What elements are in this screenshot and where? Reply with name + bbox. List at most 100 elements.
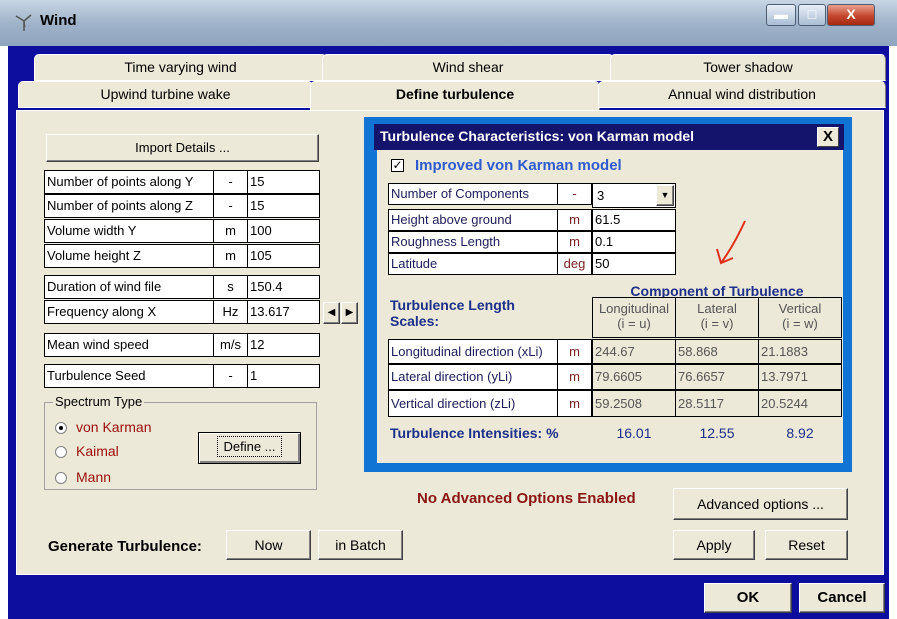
param-unit: m/s	[213, 333, 248, 357]
radio-mann[interactable]	[55, 472, 67, 484]
advanced-options-button[interactable]: Advanced options ...	[673, 488, 848, 520]
decrease-arrow-button[interactable]: ◀	[323, 302, 340, 324]
table-cell: 58.868	[675, 339, 759, 364]
table-cell: 20.5244	[758, 390, 842, 417]
generate-turbulence-label: Generate Turbulence:	[48, 538, 202, 555]
generate-batch-button[interactable]: in Batch	[318, 530, 403, 560]
reset-label: Reset	[788, 537, 825, 553]
right-arrow-icon: ▶	[345, 307, 354, 318]
tab-annual-wind-distribution[interactable]: Annual wind distribution	[598, 81, 886, 108]
tab-wind-shear[interactable]: Wind shear	[322, 54, 614, 81]
setting-label: Height above ground	[388, 209, 558, 231]
tab-upwind-turbine-wake[interactable]: Upwind turbine wake	[18, 81, 313, 108]
param-label: Mean wind speed	[44, 333, 214, 357]
advanced-options-label: Advanced options ...	[697, 496, 824, 512]
improved-checkbox[interactable]: ✓	[391, 159, 404, 172]
column-name: Vertical	[778, 301, 822, 316]
param-unit: m	[213, 219, 248, 243]
tab-tower-shadow[interactable]: Tower shadow	[610, 54, 886, 81]
length-scales-label: Turbulence Length Scales:	[390, 297, 515, 329]
apply-label: Apply	[696, 537, 732, 553]
param-label: Volume height Z	[44, 244, 214, 268]
wind-turbine-icon	[15, 14, 32, 31]
table-cell: 244.67	[592, 339, 676, 364]
setting-unit: m	[557, 209, 592, 231]
roughness-length-input[interactable]: 0.1	[592, 231, 676, 253]
turbulence-seed-input[interactable]: 1	[247, 364, 320, 388]
components-select[interactable]: 3 ▼	[592, 183, 676, 208]
left-arrow-icon: ◀	[327, 307, 336, 318]
param-unit: -	[213, 170, 248, 194]
tab-label: Tower shadow	[703, 59, 793, 75]
row-unit: m	[557, 390, 592, 417]
volume-width-input[interactable]: 100	[247, 219, 320, 243]
apply-button[interactable]: Apply	[673, 530, 755, 560]
close-button[interactable]: X	[827, 4, 875, 26]
improved-label: Improved von Karman model	[415, 157, 622, 174]
import-details-button[interactable]: Import Details ...	[46, 134, 319, 162]
dialog-close-button[interactable]: X	[817, 127, 839, 147]
turbulence-dialog-title: Turbulence Characteristics: von Karman m…	[380, 128, 695, 144]
minimize-button[interactable]: ▬	[766, 4, 796, 26]
table-cell: 76.6657	[675, 364, 759, 390]
tab-time-varying-wind[interactable]: Time varying wind	[34, 54, 327, 81]
column-sub: (i = u)	[617, 316, 651, 331]
column-header-longitudinal: Longitudinal (i = u)	[592, 297, 676, 338]
spectrum-type-legend: Spectrum Type	[53, 394, 145, 409]
param-label: Number of points along Z	[44, 194, 214, 218]
reset-button[interactable]: Reset	[765, 530, 848, 560]
column-sub: (i = w)	[782, 316, 818, 331]
tab-label: Define turbulence	[395, 86, 515, 102]
points-y-input[interactable]: 15	[247, 170, 320, 194]
row-unit: m	[557, 364, 592, 390]
frequency-x-input[interactable]: 13.617	[247, 300, 320, 324]
radio-label: Mann	[76, 469, 112, 485]
intensity-v: 12.55	[699, 425, 735, 441]
ok-button[interactable]: OK	[704, 583, 792, 613]
increase-arrow-button[interactable]: ▶	[341, 302, 358, 324]
setting-label: Latitude	[388, 253, 558, 275]
table-cell: 21.1883	[758, 339, 842, 364]
param-label: Frequency along X	[44, 300, 214, 324]
mean-wind-speed-input[interactable]: 12	[247, 333, 320, 357]
define-spectrum-button[interactable]: Define ...	[198, 432, 301, 464]
components-value: 3	[597, 188, 605, 203]
title-bar[interactable]: Wind ▬ □ X	[0, 0, 897, 46]
checkmark-icon: ✓	[392, 158, 403, 172]
chevron-down-icon[interactable]: ▼	[656, 185, 674, 206]
column-sub: (i = v)	[700, 316, 734, 331]
define-label: Define ...	[217, 436, 282, 457]
table-cell: 13.7971	[758, 364, 842, 390]
param-unit: Hz	[213, 300, 248, 324]
turbulence-dialog-titlebar[interactable]: Turbulence Characteristics: von Karman m…	[374, 124, 844, 150]
radio-kaimal[interactable]	[55, 446, 67, 458]
now-label: Now	[254, 537, 283, 553]
tab-define-turbulence[interactable]: Define turbulence	[310, 81, 600, 111]
close-icon: X	[822, 128, 833, 145]
setting-label: Roughness Length	[388, 231, 558, 253]
row-label: Longitudinal direction (xLi)	[388, 339, 558, 364]
table-cell: 59.2508	[592, 390, 676, 417]
tab-label: Time varying wind	[124, 59, 237, 75]
param-unit: s	[213, 275, 248, 299]
duration-input[interactable]: 150.4	[247, 275, 320, 299]
intensities-label: Turbulence Intensities: %	[390, 425, 559, 441]
points-z-input[interactable]: 15	[247, 194, 320, 218]
ok-label: OK	[736, 589, 760, 606]
row-label: Vertical direction (zLi)	[388, 390, 558, 417]
column-name: Lateral	[697, 301, 737, 316]
row-unit: m	[557, 339, 592, 364]
cancel-label: Cancel	[817, 589, 867, 606]
param-unit: m	[213, 244, 248, 268]
height-above-ground-input[interactable]: 61.5	[592, 209, 676, 231]
radio-von-karman[interactable]	[55, 422, 67, 434]
maximize-button[interactable]: □	[798, 4, 826, 26]
setting-unit: deg	[557, 253, 592, 275]
volume-height-input[interactable]: 105	[247, 244, 320, 268]
param-unit: -	[213, 364, 248, 388]
import-details-label: Import Details ...	[135, 140, 230, 155]
generate-now-button[interactable]: Now	[226, 530, 311, 560]
cancel-button[interactable]: Cancel	[799, 583, 885, 613]
row-label: Lateral direction (yLi)	[388, 364, 558, 390]
latitude-input[interactable]: 50	[592, 253, 676, 275]
